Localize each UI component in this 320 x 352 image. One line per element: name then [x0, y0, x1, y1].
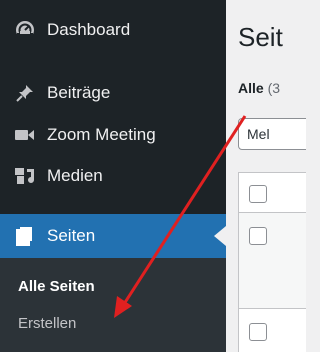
- pages-icon: [14, 225, 36, 247]
- row-checkbox[interactable]: [249, 227, 267, 245]
- pin-icon: [14, 82, 36, 104]
- media-icon: [14, 165, 36, 187]
- video-camera-icon: [14, 124, 36, 146]
- select-all-checkbox[interactable]: [249, 185, 267, 203]
- main-content: Seit Alle (3 Mel: [226, 0, 306, 352]
- status-filter: Alle (3: [238, 80, 280, 96]
- pages-table: [238, 172, 306, 352]
- sidebar-item-zoom-meeting[interactable]: Zoom Meeting: [0, 115, 226, 155]
- table-row: [239, 213, 306, 309]
- table-header-row: [239, 173, 306, 213]
- dashboard-icon: [14, 19, 36, 41]
- submenu-seiten: Alle Seiten Erstellen: [0, 258, 226, 352]
- sidebar-item-label: Dashboard: [47, 20, 131, 39]
- filter-link-alle[interactable]: Alle: [238, 80, 264, 96]
- bulk-action-select[interactable]: Mel: [238, 118, 306, 150]
- sidebar-item-label: Seiten: [47, 226, 96, 245]
- table-row: [239, 309, 306, 352]
- sidebar-item-label: Beiträge: [47, 83, 111, 102]
- sidebar-item-label: Zoom Meeting: [47, 125, 156, 144]
- page-title: Seit: [238, 22, 283, 52]
- sidebar-item-label: Medien: [47, 166, 103, 185]
- sidebar-item-medien[interactable]: Medien: [0, 156, 226, 196]
- submenu-item-erstellen[interactable]: Erstellen: [18, 315, 76, 332]
- sidebar-item-dashboard[interactable]: Dashboard: [0, 10, 226, 50]
- submenu-item-alle-seiten[interactable]: Alle Seiten: [18, 278, 95, 295]
- admin-sidebar: Dashboard Beiträge Zoom Meeting Medien S…: [0, 0, 226, 352]
- active-menu-pointer: [214, 226, 226, 246]
- sidebar-item-beitraege[interactable]: Beiträge: [0, 73, 226, 113]
- row-checkbox[interactable]: [249, 323, 267, 341]
- sidebar-item-seiten[interactable]: Seiten: [0, 214, 226, 258]
- filter-count: (3: [267, 80, 281, 96]
